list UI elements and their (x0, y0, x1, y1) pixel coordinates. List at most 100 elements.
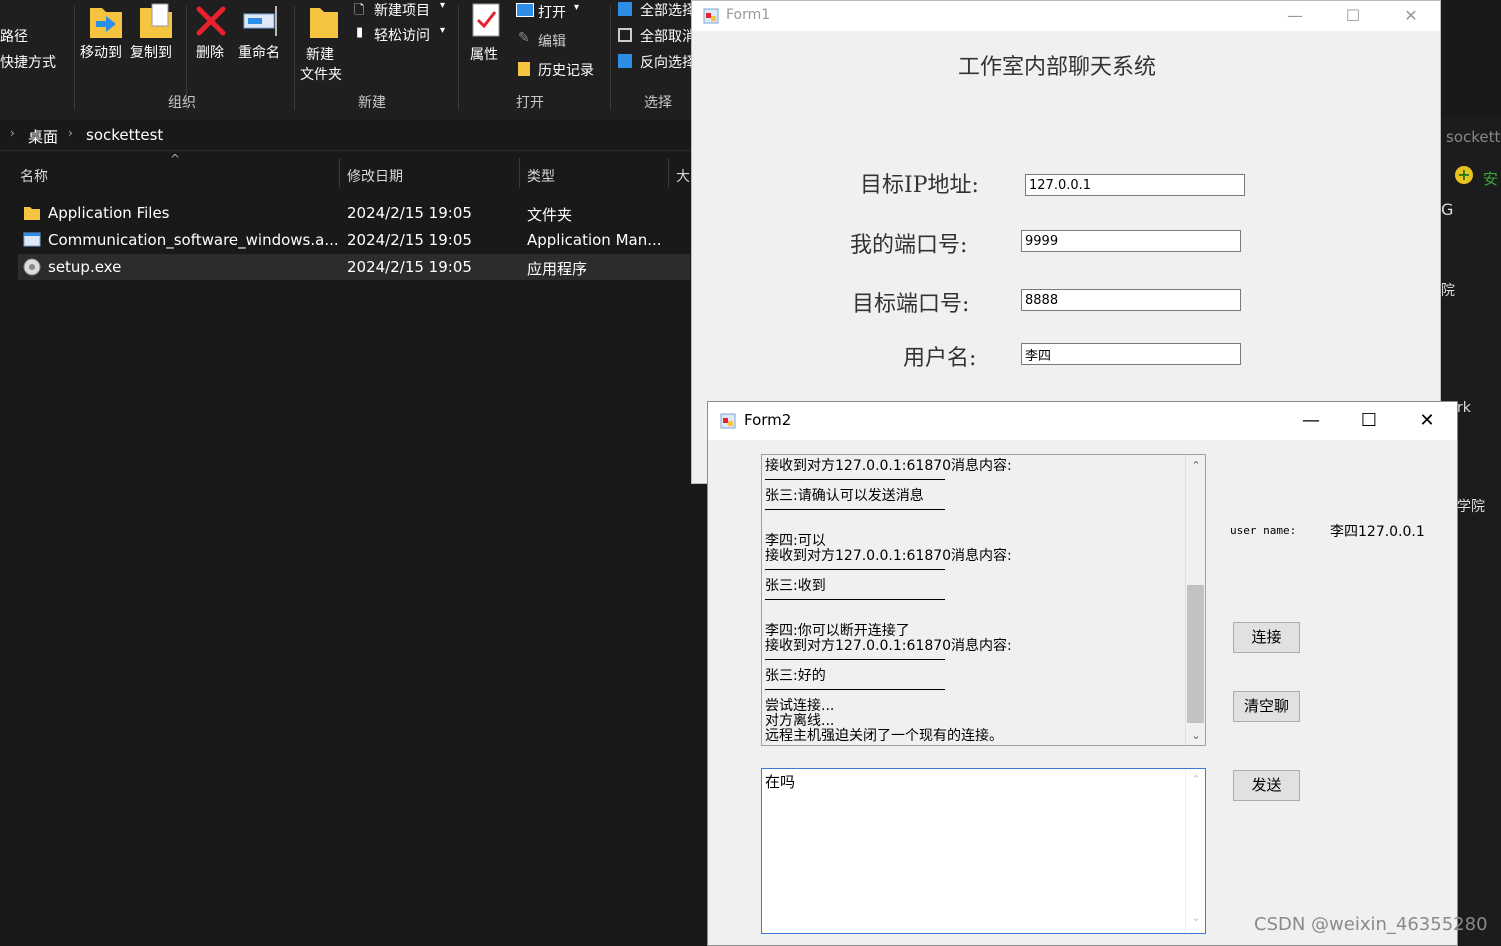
properties-icon (472, 3, 500, 37)
ribbon-group-label: 打开 (516, 95, 544, 111)
my-port-input[interactable] (1021, 230, 1241, 252)
properties-button[interactable]: 属性 (466, 2, 506, 66)
message-divider (765, 479, 945, 480)
input-scrollbar[interactable]: ⌃ ⌄ (1185, 769, 1205, 933)
watermark: CSDN @weixin_46355280 (1254, 914, 1488, 935)
manifest-file-icon (23, 232, 41, 247)
column-divider[interactable] (519, 158, 520, 188)
message-divider (765, 569, 945, 570)
connect-button[interactable]: 连接 (1233, 622, 1300, 653)
column-header-type[interactable]: 类型 (527, 166, 555, 186)
column-divider[interactable] (339, 158, 340, 188)
open-button[interactable]: 打开 ▾ (516, 2, 600, 22)
chat-line: 对方离线... (765, 713, 835, 729)
ribbon-group-label: 选择 (644, 95, 672, 111)
ribbon-group-label: 组织 (168, 95, 196, 111)
file-row[interactable]: Application Files 2024/2/15 19:05 文件夹 (18, 200, 690, 226)
ribbon-divider (74, 6, 75, 110)
select-none-icon (618, 28, 632, 42)
form1-titlebar[interactable]: Form1 — ☐ ✕ (692, 1, 1440, 31)
target-port-input[interactable] (1021, 289, 1241, 311)
select-all-icon (618, 2, 632, 16)
window-title: Form2 (744, 411, 792, 429)
scroll-down-icon[interactable]: ⌄ (1186, 729, 1205, 742)
scroll-up-icon[interactable]: ⌃ (1186, 459, 1205, 472)
dropdown-arrow-icon: ▾ (574, 2, 580, 13)
column-header-name[interactable]: 名称 (20, 166, 48, 186)
chat-line: 李四:可以 (765, 533, 826, 549)
close-button[interactable]: ✕ (1382, 1, 1440, 31)
sort-up-icon: ^ (170, 152, 181, 166)
address-bar[interactable]: › 桌面 › sockettest (0, 120, 700, 151)
form2-titlebar[interactable]: Form2 — ☐ ✕ (708, 402, 1457, 440)
chat-scrollbar[interactable]: ⌃ ⌄ (1185, 455, 1205, 745)
chat-line: 李四:你可以断开连接了 (765, 623, 910, 639)
ribbon-divider (610, 6, 611, 110)
easy-access-icon: ▮ (356, 25, 364, 40)
chat-line: 接收到对方127.0.0.1:61870消息内容: (765, 458, 1012, 474)
minimize-button[interactable]: — (1282, 402, 1340, 440)
breadcrumb-item[interactable]: sockettest (86, 126, 163, 144)
invert-selection-button[interactable]: 反向选择 (618, 52, 698, 72)
rename-icon (243, 6, 277, 36)
copy-to-icon (140, 3, 172, 38)
new-item-icon: 🗋 (354, 3, 365, 18)
file-row[interactable]: Communication_software_windows.a... 2024… (18, 227, 690, 253)
username-input[interactable] (1021, 343, 1241, 365)
maximize-button[interactable]: ☐ (1324, 1, 1382, 31)
history-button[interactable]: 历史记录 (516, 60, 606, 80)
chat-history[interactable]: 接收到对方127.0.0.1:61870消息内容: 张三:请确认可以发送消息 李… (761, 454, 1206, 746)
user-name-value: 李四127.0.0.1 (1330, 524, 1425, 540)
ribbon-divider (294, 6, 295, 110)
minimize-button[interactable]: — (1266, 1, 1324, 31)
setup-exe-icon (23, 258, 41, 276)
target-ip-input[interactable] (1025, 174, 1245, 196)
chat-line: 张三:请确认可以发送消息 (765, 488, 924, 504)
breadcrumb-item[interactable]: 桌面 (28, 126, 58, 147)
chevron-right-icon: › (68, 126, 73, 140)
chat-line: 张三:收到 (765, 578, 826, 594)
column-divider[interactable] (668, 158, 669, 188)
send-button[interactable]: 发送 (1233, 770, 1300, 801)
new-item-button[interactable]: 🗋 新建项目 ▾ (354, 0, 450, 20)
chat-line: 接收到对方127.0.0.1:61870消息内容: (765, 548, 1012, 564)
file-row[interactable]: setup.exe 2024/2/15 19:05 应用程序 (18, 254, 690, 280)
edit-button[interactable]: ✎ 编辑 (516, 30, 600, 50)
ribbon-group-label: 新建 (358, 95, 386, 111)
scrollbar-thumb[interactable] (1187, 585, 1204, 723)
select-none-button[interactable]: 全部取消 (618, 26, 698, 46)
close-button[interactable]: ✕ (1398, 402, 1456, 440)
invert-selection-icon (618, 54, 632, 68)
select-all-button[interactable]: 全部选择 (618, 0, 698, 20)
delete-button[interactable]: 删除 (194, 2, 230, 62)
chat-line: 远程主机强迫关闭了一个现有的连接。 (765, 728, 1003, 744)
ribbon-partial-label: 路径 (0, 29, 28, 45)
dropdown-arrow-icon: ▾ (440, 0, 446, 11)
copy-to-button[interactable]: 复制到 (130, 2, 180, 62)
maximize-button[interactable]: ☐ (1340, 402, 1398, 440)
message-input[interactable]: 在吗 ⌃ ⌄ (761, 768, 1206, 934)
move-to-button[interactable]: 移动到 (80, 2, 128, 62)
ribbon-partial-label: 快捷方式 (0, 55, 56, 71)
scroll-down-icon[interactable]: ⌄ (1186, 911, 1206, 924)
easy-access-button[interactable]: ▮ 轻松访问 ▾ (354, 24, 450, 44)
chevron-right-icon: › (10, 126, 15, 140)
message-divider (765, 509, 945, 510)
message-divider (765, 689, 945, 690)
app-icon (703, 8, 719, 24)
column-header-date[interactable]: 修改日期 (347, 166, 403, 186)
app-heading: 工作室内部聊天系统 (958, 55, 1157, 80)
delete-icon (196, 6, 226, 36)
explorer-ribbon: 路径 快捷方式 移动到 复制到 删除 重命名 新建 文件夹 🗋 新建项目 ▾ ▮… (0, 0, 700, 120)
column-header-size[interactable]: 大 (676, 166, 690, 186)
chat-line: 张三:好的 (765, 668, 826, 684)
new-folder-button[interactable]: 新建 文件夹 (300, 2, 348, 83)
username-label: 用户名: (903, 346, 977, 371)
chat-line: 尝试连接... (765, 698, 835, 714)
message-divider (765, 599, 945, 600)
edit-icon: ✎ (518, 30, 530, 46)
scroll-up-icon[interactable]: ⌃ (1186, 773, 1206, 786)
rename-button[interactable]: 重命名 (238, 2, 288, 62)
clear-chat-button[interactable]: 清空聊 (1233, 691, 1300, 722)
target-ip-label: 目标IP地址: (860, 173, 979, 198)
